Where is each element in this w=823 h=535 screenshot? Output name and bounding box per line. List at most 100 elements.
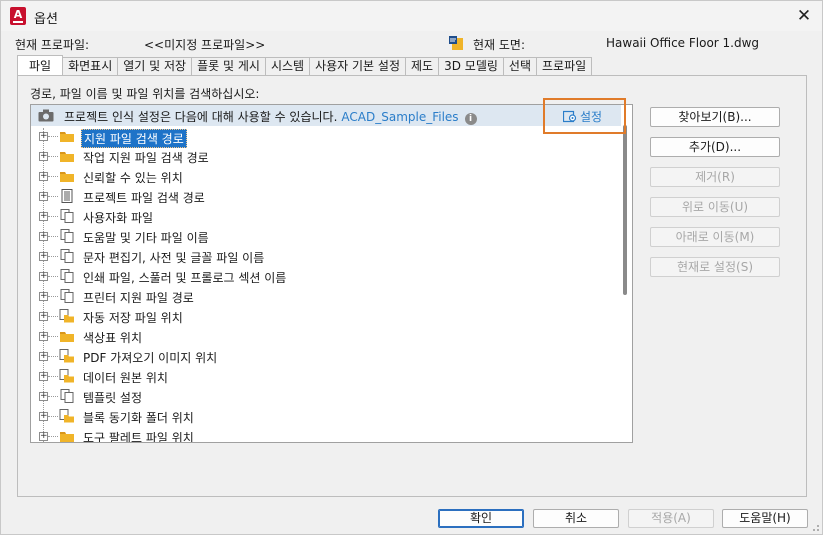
tree-connector	[48, 436, 58, 437]
tree-connector	[48, 356, 58, 357]
tree-item-pdf-import-image-location[interactable]: + PDF 가져오기 이미지 위치	[31, 346, 621, 366]
tree-connector	[48, 256, 58, 257]
browse-button[interactable]: 찾아보기(B)...	[650, 107, 780, 127]
project-file-name[interactable]: ACAD_Sample_Files	[341, 110, 458, 124]
move-up-button[interactable]: 위로 이동(U)	[650, 197, 780, 217]
cancel-button[interactable]: 취소	[533, 509, 619, 528]
expand-icon[interactable]: +	[39, 392, 48, 401]
tab-drafting[interactable]: 제도	[406, 57, 440, 75]
add-button[interactable]: 추가(D)...	[650, 137, 780, 157]
current-profile-value: <<미지정 프로파일>>	[144, 38, 266, 52]
expand-icon[interactable]: +	[39, 252, 48, 261]
tree-item-data-sources-location[interactable]: + 데이터 원본 위치	[31, 366, 621, 386]
expand-icon[interactable]: +	[39, 412, 48, 421]
files-icon	[60, 289, 74, 303]
expand-icon[interactable]: +	[39, 372, 48, 381]
folder-files-icon	[59, 349, 74, 363]
folder-files-icon	[59, 409, 74, 423]
help-button[interactable]: 도움말(H)	[722, 509, 808, 528]
tree-item-customization-files[interactable]: + 사용자화 파일	[31, 206, 621, 226]
tab-selection[interactable]: 선택	[503, 57, 537, 75]
tree-item-label: 도구 팔레트 파일 위치	[83, 431, 194, 443]
settings-link-label: 설정	[580, 110, 603, 124]
files-icon	[60, 249, 74, 263]
search-path-tree[interactable]: 프로젝트 인식 설정은 다음에 대해 사용할 수 있습니다. ACAD_Sampl…	[30, 104, 633, 443]
move-down-button[interactable]: 아래로 이동(M)	[650, 227, 780, 247]
camera-icon	[38, 109, 54, 122]
tab-display[interactable]: 화면표시	[63, 57, 119, 75]
tree-item-automatic-save-file-location[interactable]: + 자동 저장 파일 위치	[31, 306, 621, 326]
expand-icon[interactable]: +	[39, 172, 48, 181]
tree-item-label: 인쇄 파일, 스풀러 및 프롤로그 섹션 이름	[83, 271, 287, 285]
project-awareness-text: 프로젝트 인식 설정은 다음에 대해 사용할 수 있습니다. ACAD_Sampl…	[64, 108, 477, 125]
files-tab-panel: 경로, 파일 이름 및 파일 위치를 검색하십시오: 프로젝트 인식 설정은 다…	[17, 75, 807, 497]
expand-icon[interactable]: +	[39, 352, 48, 361]
expand-icon[interactable]: +	[39, 212, 48, 221]
current-drawing-value: Hawaii Office Floor 1.dwg	[606, 36, 760, 50]
tree-item-project-file-search-path[interactable]: + 프로젝트 파일 검색 경로	[31, 186, 621, 206]
resize-grip-icon[interactable]	[810, 522, 820, 532]
files-icon	[60, 389, 74, 403]
tree-connector	[48, 276, 58, 277]
tree-connector	[48, 396, 58, 397]
tree-connector	[48, 216, 58, 217]
ok-button[interactable]: 확인	[438, 509, 524, 528]
tab-3d-modeling[interactable]: 3D 모델링	[439, 57, 504, 75]
tree-scrollbar[interactable]	[623, 125, 627, 295]
tree-connector	[48, 136, 58, 137]
folder-files-icon	[59, 309, 74, 323]
project-file-icon	[61, 189, 73, 203]
expand-icon[interactable]: +	[39, 132, 48, 141]
tree-item-support-file-search-path[interactable]: + 지원 파일 검색 경로	[31, 126, 621, 148]
tree-connector	[48, 176, 58, 177]
options-tabs: 파일 화면표시 열기 및 저장 플롯 및 게시 시스템 사용자 기본 설정 제도…	[17, 55, 593, 75]
project-settings-link[interactable]: 설정	[563, 108, 602, 125]
tab-system[interactable]: 시스템	[265, 57, 311, 75]
tree-item-label: 프로젝트 파일 검색 경로	[83, 191, 205, 205]
tree-connector	[48, 156, 58, 157]
remove-button[interactable]: 제거(R)	[650, 167, 780, 187]
expand-icon[interactable]: +	[39, 292, 48, 301]
folder-icon	[60, 132, 74, 142]
tree-item-color-book-locations[interactable]: + 색상표 위치	[31, 326, 621, 346]
title-bar: A 옵션 ✕	[1, 1, 822, 31]
tree-item-block-sync-folder-location[interactable]: + 블록 동기화 폴더 위치	[31, 406, 621, 426]
tab-user-preferences[interactable]: 사용자 기본 설정	[310, 57, 406, 75]
tree-item-label: 도움말 및 기타 파일 이름	[83, 231, 209, 245]
autocad-app-icon: A	[10, 7, 26, 25]
expand-icon[interactable]: +	[39, 312, 48, 321]
expand-icon[interactable]: +	[39, 232, 48, 241]
tab-profiles[interactable]: 프로파일	[537, 57, 593, 75]
close-button[interactable]: ✕	[792, 4, 816, 28]
tree-item-text-editor-dictionary-font-files[interactable]: + 문자 편집기, 사전 및 글꼴 파일 이름	[31, 246, 621, 266]
tree-item-printer-support-file-path[interactable]: + 프린터 지원 파일 경로	[31, 286, 621, 306]
expand-icon[interactable]: +	[39, 432, 48, 441]
tree-item-label: 프린터 지원 파일 경로	[83, 291, 194, 305]
current-profile-label: 현재 프로파일:	[15, 38, 90, 52]
tree-item-trusted-locations[interactable]: + 신뢰할 수 있는 위치	[31, 166, 621, 186]
tree-item-working-support-file-search-path[interactable]: + 작업 지원 파일 검색 경로	[31, 146, 621, 166]
tree-item-template-settings[interactable]: + 템플릿 설정	[31, 386, 621, 406]
expand-icon[interactable]: +	[39, 332, 48, 341]
settings-gear-icon	[563, 110, 577, 123]
expand-icon[interactable]: +	[39, 152, 48, 161]
tree-connector	[48, 196, 58, 197]
folder-icon	[60, 332, 74, 342]
info-icon[interactable]: i	[464, 113, 477, 125]
drawing-file-icon	[449, 36, 463, 50]
tree-item-help-and-misc-file-names[interactable]: + 도움말 및 기타 파일 이름	[31, 226, 621, 246]
tab-open-and-save[interactable]: 열기 및 저장	[118, 57, 193, 75]
tree-item-label: 문자 편집기, 사전 및 글꼴 파일 이름	[83, 251, 265, 265]
tab-files[interactable]: 파일	[17, 55, 64, 75]
folder-icon	[60, 432, 74, 442]
tree-item-tool-palettes-file-locations[interactable]: + 도구 팔레트 파일 위치	[31, 426, 621, 443]
set-current-button[interactable]: 현재로 설정(S)	[650, 257, 780, 277]
expand-icon[interactable]: +	[39, 272, 48, 281]
files-icon	[60, 229, 74, 243]
expand-icon[interactable]: +	[39, 192, 48, 201]
tree-item-print-spooler-prolog-names[interactable]: + 인쇄 파일, 스풀러 및 프롤로그 섹션 이름	[31, 266, 621, 286]
apply-button[interactable]: 적용(A)	[628, 509, 714, 528]
dialog-title: 옵션	[34, 12, 58, 27]
files-icon	[60, 209, 74, 223]
tab-plot-and-publish[interactable]: 플롯 및 게시	[192, 57, 266, 75]
